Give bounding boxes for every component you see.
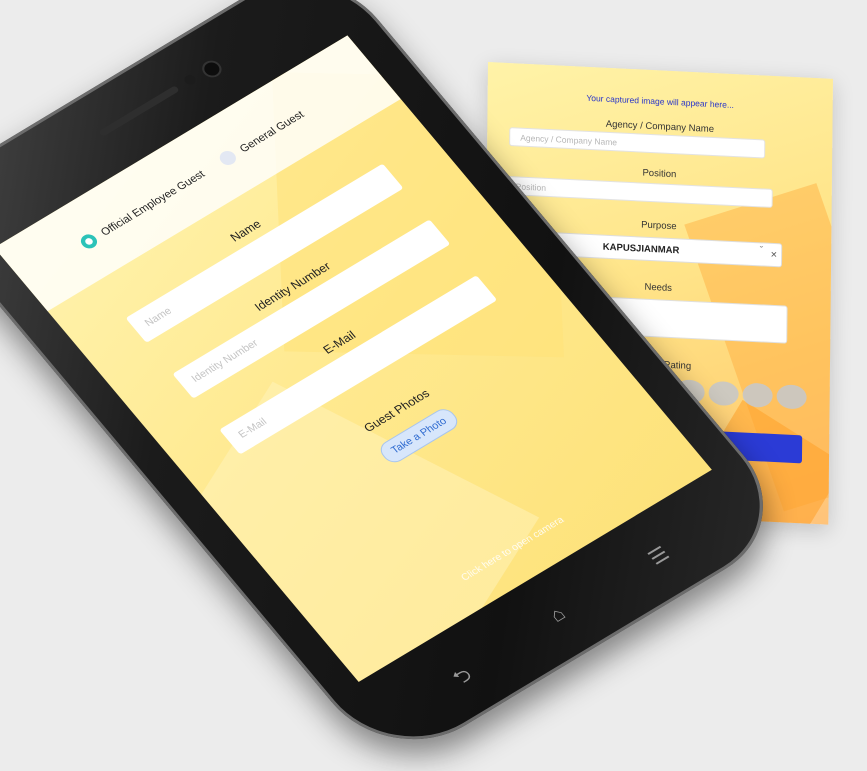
back-icon[interactable]: ⮌ [446, 661, 482, 696]
speaker-grille [98, 85, 180, 138]
radio-label: General Guest [237, 108, 307, 155]
radio-unselected-icon [216, 148, 240, 168]
rating-star[interactable] [776, 384, 807, 410]
sensor [182, 73, 198, 87]
clear-icon[interactable]: × [771, 244, 778, 267]
radio-selected-icon [77, 231, 101, 252]
menu-icon[interactable]: ☰ [643, 541, 675, 570]
radio-label: Official Employee Guest [98, 168, 208, 239]
captured-image-note: Your captured image will appear here... [586, 92, 735, 111]
radio-general-guest[interactable]: General Guest [216, 107, 308, 168]
rating-star[interactable] [742, 382, 773, 408]
purpose-value: KAPUSJIANMAR [602, 241, 680, 257]
rating-star[interactable] [708, 380, 739, 407]
home-icon[interactable]: ⌂ [545, 603, 570, 627]
chevron-down-icon[interactable]: ˇ [760, 239, 764, 262]
front-camera [198, 57, 226, 81]
radio-official-employee-guest[interactable]: Official Employee Guest [77, 167, 208, 252]
